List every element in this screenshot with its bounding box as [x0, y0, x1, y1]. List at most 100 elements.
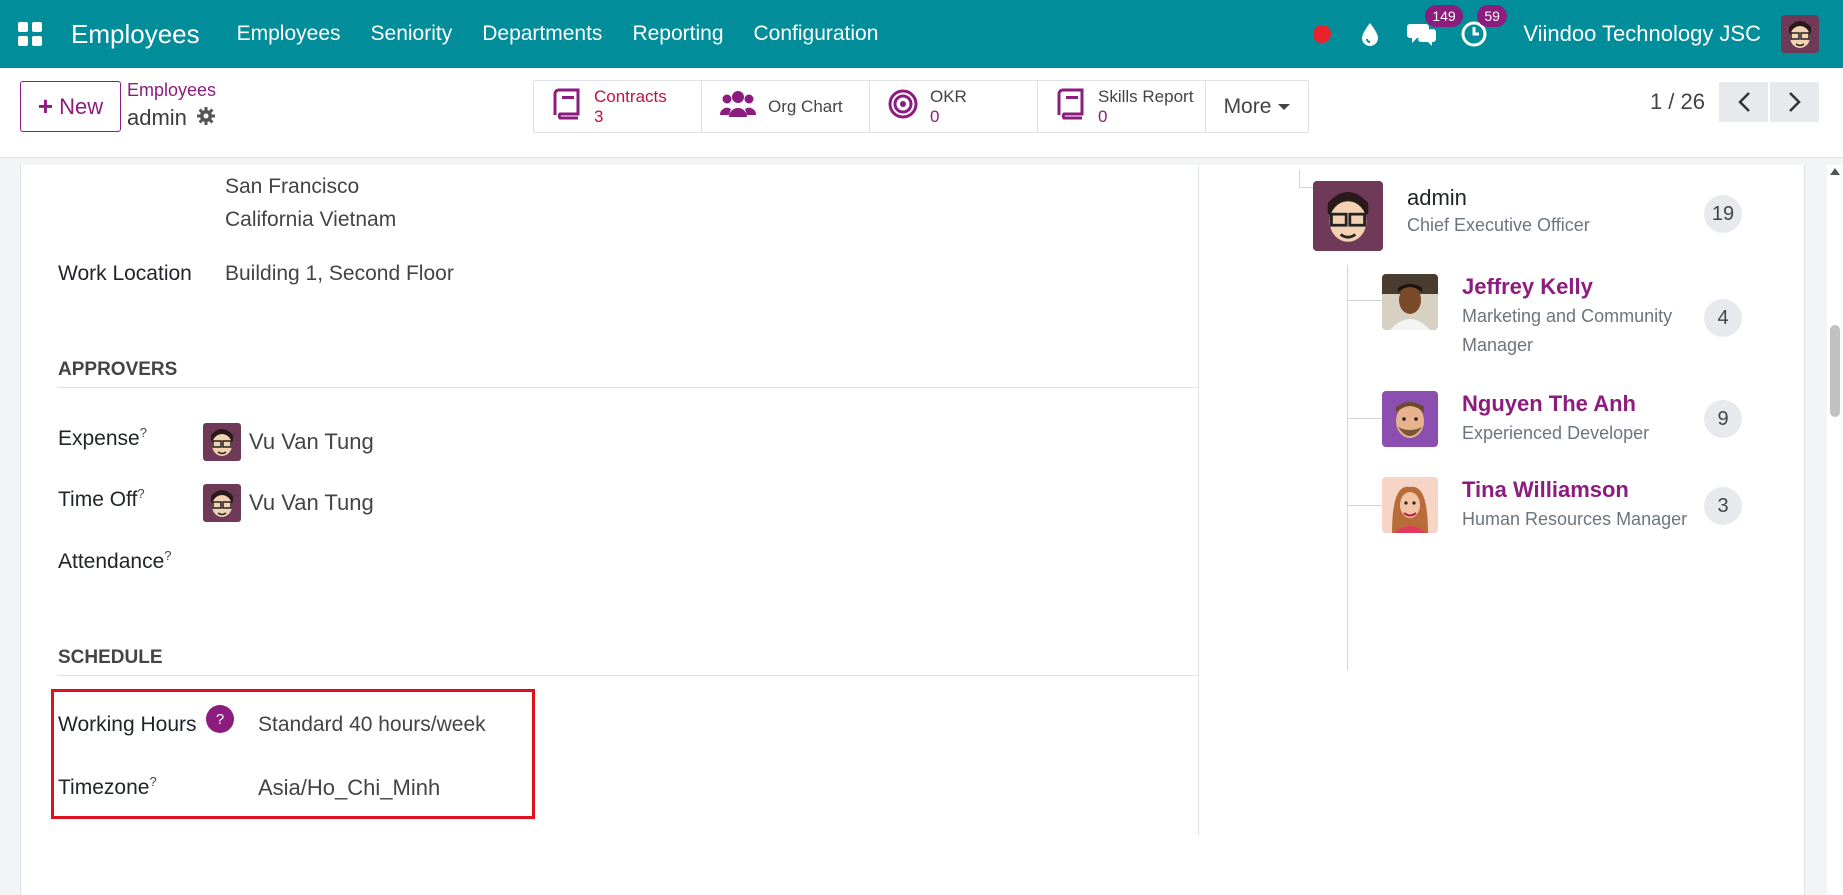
- org-manager-count[interactable]: 19: [1704, 195, 1742, 233]
- okr-button[interactable]: OKR 0: [870, 81, 1038, 132]
- breadcrumb-parent[interactable]: Employees: [127, 80, 216, 101]
- org-subordinate-name[interactable]: Nguyen The Anh: [1462, 391, 1649, 417]
- org-subordinate-role: Experienced Developer: [1462, 423, 1650, 443]
- expense-approver[interactable]: Vu Van Tung: [203, 423, 374, 461]
- org-subordinate-role-line-2: Manager: [1462, 335, 1534, 355]
- book-icon: [1056, 88, 1086, 125]
- more-label: More: [1223, 94, 1272, 118]
- avatar: [203, 484, 241, 522]
- top-navbar: Employees Employees Seniority Department…: [0, 0, 1843, 68]
- timeoff-label: Time Off?: [58, 486, 145, 511]
- timezone-value[interactable]: Asia/Ho_Chi_Minh: [258, 775, 440, 801]
- gear-icon[interactable]: [196, 105, 215, 131]
- expense-approver-name: Vu Van Tung: [249, 429, 374, 454]
- plus-icon: +: [37, 91, 54, 121]
- org-subordinate-name[interactable]: Jeffrey Kelly: [1462, 274, 1672, 300]
- scrollbar-thumb[interactable]: [1830, 325, 1840, 417]
- okr-count: 0: [930, 106, 940, 126]
- breadcrumb-current-label: admin: [127, 105, 187, 130]
- org-chart-label: Org Chart: [768, 96, 843, 116]
- scrollbar[interactable]: [1827, 165, 1843, 895]
- more-dropdown[interactable]: More: [1206, 81, 1308, 132]
- menu-configuration[interactable]: Configuration: [754, 22, 879, 46]
- avatar: [1313, 181, 1383, 251]
- approvers-divider: [58, 387, 1199, 388]
- breadcrumb-current: admin: [127, 105, 216, 131]
- approvers-section-title: APPROVERS: [58, 359, 178, 380]
- chevron-left-icon: [1737, 92, 1750, 112]
- form-left-column: San Francisco California Vietnam Work Lo…: [21, 165, 1199, 835]
- target-icon: [888, 89, 918, 124]
- activity-clock-icon[interactable]: 59: [1459, 5, 1507, 49]
- avatar: [1382, 274, 1438, 330]
- menu-employees[interactable]: Employees: [237, 22, 341, 46]
- org-subordinate-card[interactable]: Tina Williamson Human Resources Manager: [1382, 477, 1687, 534]
- company-switcher[interactable]: Viindoo Technology JSC: [1523, 21, 1761, 47]
- skills-report-button[interactable]: Skills Report 0: [1038, 81, 1206, 132]
- contracts-count: 3: [594, 106, 604, 126]
- pager-value[interactable]: 1 / 26: [1650, 89, 1705, 115]
- help-icon[interactable]: ?: [137, 486, 144, 501]
- work-location-value[interactable]: Building 1, Second Floor: [225, 262, 454, 286]
- org-subordinate-name[interactable]: Tina Williamson: [1462, 477, 1687, 503]
- help-icon[interactable]: ?: [206, 705, 234, 733]
- schedule-section-title: SCHEDULE: [58, 647, 163, 668]
- app-title[interactable]: Employees: [71, 19, 200, 50]
- avatar: [1382, 477, 1438, 533]
- messages-icon[interactable]: 149: [1407, 5, 1463, 49]
- expense-label: Expense?: [58, 425, 147, 450]
- address-line-2: California Vietnam: [225, 208, 397, 231]
- drop-icon[interactable]: [1355, 19, 1385, 49]
- skills-report-count: 0: [1098, 106, 1108, 126]
- org-subordinate-card[interactable]: Jeffrey Kelly Marketing and Community Ma…: [1382, 274, 1672, 360]
- new-button-label: New: [59, 93, 104, 119]
- org-chart-button[interactable]: Org Chart: [702, 81, 870, 132]
- menu-departments[interactable]: Departments: [482, 22, 602, 46]
- timezone-label: Timezone?: [58, 774, 157, 799]
- user-avatar[interactable]: [1781, 15, 1819, 53]
- messages-count-badge: 149: [1425, 5, 1463, 27]
- working-hours-value[interactable]: Standard 40 hours/week: [258, 713, 486, 737]
- timeoff-approver-name: Vu Van Tung: [249, 490, 374, 515]
- help-icon[interactable]: ?: [164, 548, 171, 563]
- work-location-label: Work Location: [58, 262, 192, 285]
- org-connector: [1299, 187, 1314, 188]
- avatar: [1382, 391, 1438, 447]
- scroll-up-icon[interactable]: [1830, 168, 1840, 175]
- org-manager-name: admin: [1407, 185, 1467, 210]
- org-subordinate-count[interactable]: 3: [1704, 487, 1742, 525]
- working-hours-label: Working Hours: [58, 713, 197, 736]
- help-icon[interactable]: ?: [140, 425, 147, 440]
- avatar: [203, 423, 241, 461]
- contracts-button[interactable]: Contracts 3: [534, 81, 702, 132]
- org-connector: [1299, 170, 1300, 188]
- org-subordinate-count[interactable]: 9: [1704, 400, 1742, 438]
- users-icon: [719, 89, 757, 124]
- record-icon[interactable]: [1313, 25, 1332, 43]
- pager-next-button[interactable]: [1770, 82, 1819, 122]
- schedule-divider: [58, 675, 1199, 676]
- menu-seniority[interactable]: Seniority: [371, 22, 453, 46]
- smart-buttons: Contracts 3 Org Chart OKR 0 Skills Report 0…: [533, 80, 1309, 133]
- org-subordinate-card[interactable]: Nguyen The Anh Experienced Developer: [1382, 391, 1649, 448]
- new-button[interactable]: + New: [20, 81, 121, 132]
- okr-label: OKR: [930, 86, 967, 106]
- org-manager-card[interactable]: admin Chief Executive Officer: [1313, 181, 1590, 251]
- menu-reporting[interactable]: Reporting: [632, 22, 723, 46]
- address-line-1: San Francisco: [225, 175, 360, 198]
- org-subordinate-role: Marketing and Community: [1462, 306, 1673, 326]
- caret-down-icon: [1278, 103, 1291, 110]
- timeoff-approver[interactable]: Vu Van Tung: [203, 484, 374, 522]
- pager: 1 / 26: [1650, 82, 1819, 122]
- apps-menu-icon[interactable]: [0, 0, 60, 68]
- skills-report-label: Skills Report: [1098, 86, 1194, 106]
- activities-count-badge: 59: [1477, 5, 1507, 27]
- pager-previous-button[interactable]: [1719, 82, 1768, 122]
- attendance-label: Attendance?: [58, 548, 172, 573]
- org-subordinate-count[interactable]: 4: [1704, 299, 1742, 337]
- help-icon[interactable]: ?: [149, 774, 156, 789]
- form-sheet: San Francisco California Vietnam Work Lo…: [20, 165, 1805, 895]
- org-connector: [1347, 265, 1348, 670]
- org-manager-role: Chief Executive Officer: [1407, 215, 1590, 235]
- contracts-label: Contracts: [594, 86, 667, 106]
